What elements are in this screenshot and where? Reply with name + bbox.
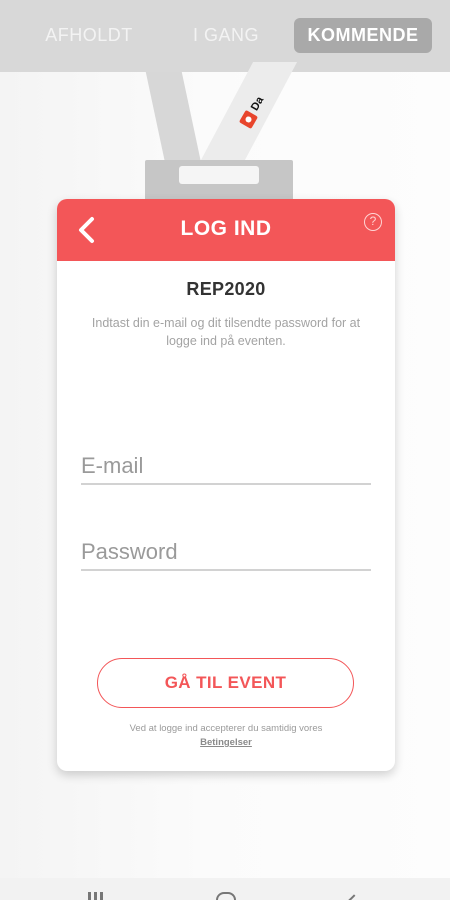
menu-icon[interactable]	[88, 892, 106, 900]
terms-text: Ved at logge ind accepterer du samtidig …	[129, 723, 323, 734]
help-icon[interactable]: ?	[364, 213, 382, 231]
password-input[interactable]	[81, 535, 371, 569]
go-to-event-button[interactable]: GÅ TIL EVENT	[97, 658, 354, 708]
event-tabs-bar: AFHOLDT I GANG KOMMENDE	[0, 0, 450, 72]
page-title: LOG IND	[180, 217, 272, 240]
login-card-header: LOG IND ?	[57, 199, 395, 261]
badge-clip-slot	[179, 166, 259, 184]
email-input[interactable]	[81, 449, 371, 483]
login-instructions: Indtast din e-mail og dit tilsendte pass…	[91, 316, 361, 348]
system-nav-bar	[0, 878, 450, 900]
tab-kommende[interactable]: KOMMENDE	[294, 18, 432, 53]
badge-clip	[145, 160, 293, 202]
back-icon[interactable]	[348, 894, 360, 900]
login-card: LOG IND ? REP2020 Indtast din e-mail og …	[57, 199, 395, 771]
terms-link[interactable]: Betingelser	[57, 736, 395, 750]
password-field	[81, 535, 371, 571]
lanyard-logo-text: Da	[248, 94, 267, 113]
lanyard-illustration: Da	[0, 62, 450, 212]
terms-notice: Ved at logge ind accepterer du samtidig …	[57, 722, 395, 750]
event-name: REP2020	[186, 279, 266, 299]
tab-afholdt[interactable]: AFHOLDT	[40, 18, 138, 53]
tab-i-gang[interactable]: I GANG	[186, 18, 266, 53]
home-icon[interactable]	[216, 892, 236, 900]
email-field	[81, 449, 371, 485]
